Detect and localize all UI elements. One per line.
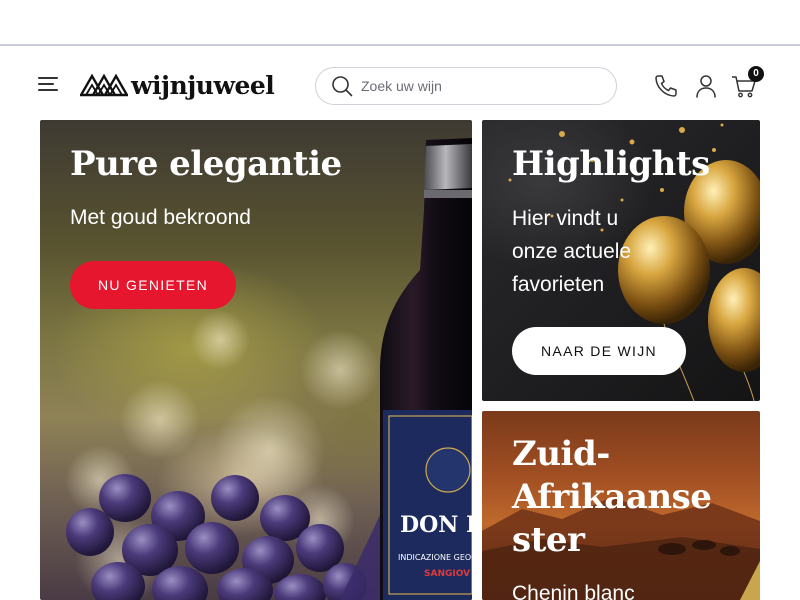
card-title: Zuid-Afrikaanse ster	[512, 434, 712, 560]
menu-icon[interactable]	[38, 75, 62, 93]
brand-logo[interactable]: wijnjuweel	[80, 68, 275, 102]
card-title: Highlights	[512, 144, 710, 184]
phone-icon[interactable]	[652, 72, 680, 100]
brand-mountain-icon	[80, 73, 128, 97]
wine-grapes-image: DON P INDICAZIONE GEOGR. SANGIOV	[65, 138, 472, 600]
svg-text:INDICAZIONE GEOGR.: INDICAZIONE GEOGR.	[398, 553, 472, 562]
brand-name: wijnjuweel	[131, 70, 275, 100]
svg-text:DON P: DON P	[400, 512, 472, 538]
card-subtitle: Met goud bekroond	[70, 206, 251, 229]
promo-card-pure-elegance[interactable]: DON P INDICAZIONE GEOGR. SANGIOV Pure el…	[40, 120, 472, 600]
to-the-wine-button[interactable]: NAAR DE WIJN	[512, 327, 686, 375]
site-header: wijnjuweel 0	[0, 48, 800, 120]
card-text: Chenin blanc	[512, 582, 635, 600]
svg-text:SANGIOV: SANGIOV	[424, 569, 470, 579]
promo-card-south-african-star[interactable]: Zuid-Afrikaanse ster Chenin blanc	[482, 411, 760, 600]
card-text: Hier vindt u onze actuele favorieten	[512, 207, 632, 296]
cart-count-badge: 0	[748, 66, 764, 82]
search-icon[interactable]	[331, 75, 353, 97]
promo-card-highlights[interactable]: Highlights Hier vindt u onze actuele fav…	[482, 120, 760, 401]
top-bar	[0, 0, 800, 46]
enjoy-now-button[interactable]: NU GENIETEN	[70, 261, 236, 309]
card-title: Pure elegantie	[70, 144, 342, 184]
search-input[interactable]	[361, 78, 601, 94]
user-icon[interactable]	[692, 72, 720, 100]
search-bar[interactable]	[315, 67, 617, 105]
